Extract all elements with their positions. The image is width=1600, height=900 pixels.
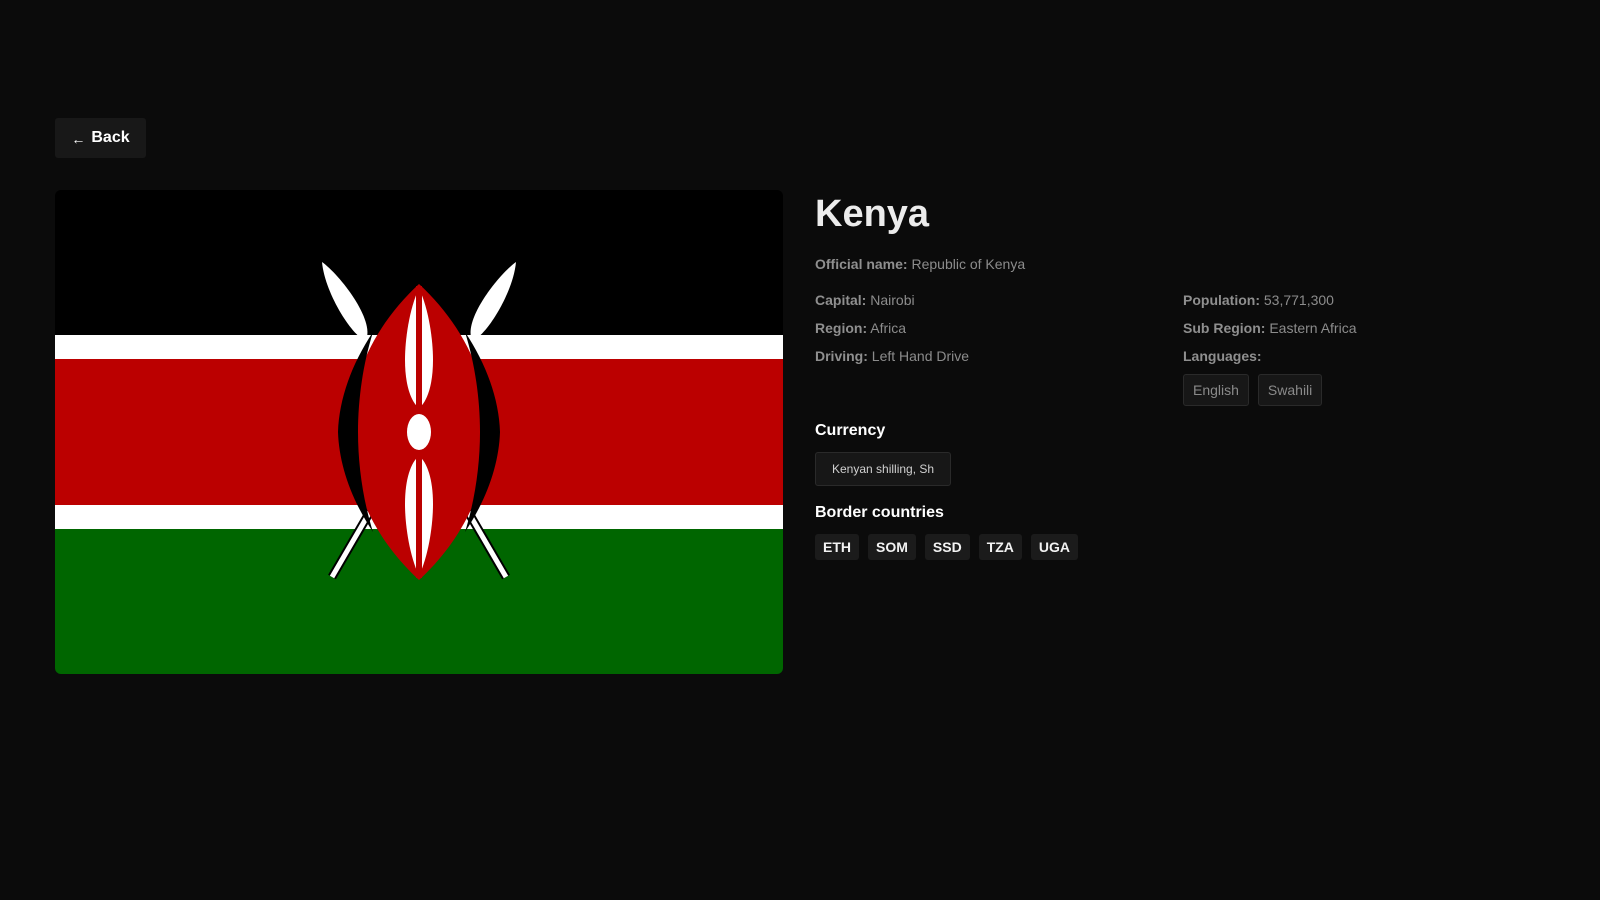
country-detail-page: ← Back Kenya Official name: Republic of … [0,0,1600,900]
border-country-ssd[interactable]: SSD [924,534,970,560]
region-row: Region: Africa [815,320,906,336]
border-country-uga[interactable]: UGA [1030,534,1079,560]
driving-value: Left Hand Drive [871,348,970,364]
country-flag [55,190,783,674]
language-tag: Swahili [1257,374,1323,406]
driving-row: Driving: Left Hand Drive [815,348,969,364]
capital-value: Nairobi [870,292,915,308]
region-label: Region: [815,320,868,336]
border-country-som[interactable]: SOM [868,534,916,560]
language-tag: English [1183,374,1249,406]
border-country-eth[interactable]: ETH [815,534,859,560]
official-name-row: Official name: Republic of Kenya [815,256,1025,272]
back-arrow-icon: ← [71,131,86,147]
subregion-row: Sub Region: Eastern Africa [1183,320,1356,336]
country-name: Kenya [815,193,930,235]
population-label: Population: [1183,292,1260,308]
driving-label: Driving: [815,348,868,364]
subregion-value: Eastern Africa [1269,320,1357,336]
currency-chip: Kenyan shilling, Sh [815,452,952,486]
official-name-value: Republic of Kenya [911,256,1026,272]
population-row: Population: 53,771,300 [1183,292,1334,308]
border-countries-list: ETH SOM SSD TZA UGA [815,534,1079,560]
capital-row: Capital: Nairobi [815,292,915,308]
currency-heading: Currency [815,422,886,439]
subregion-label: Sub Region: [1183,320,1266,336]
back-label: Back [91,129,130,146]
region-value: Africa [870,320,907,336]
kenya-flag-image [55,190,783,674]
population-value: 53,771,300 [1263,292,1334,308]
language-tags: English Swahili [1183,374,1323,406]
border-country-tza[interactable]: TZA [978,534,1022,560]
official-name-label: Official name: [815,256,908,272]
capital-label: Capital: [815,292,867,308]
languages-row: Languages: [1183,348,1262,364]
languages-label: Languages: [1183,348,1262,364]
border-countries-heading: Border countries [815,504,944,521]
back-button[interactable]: ← Back [55,118,146,158]
